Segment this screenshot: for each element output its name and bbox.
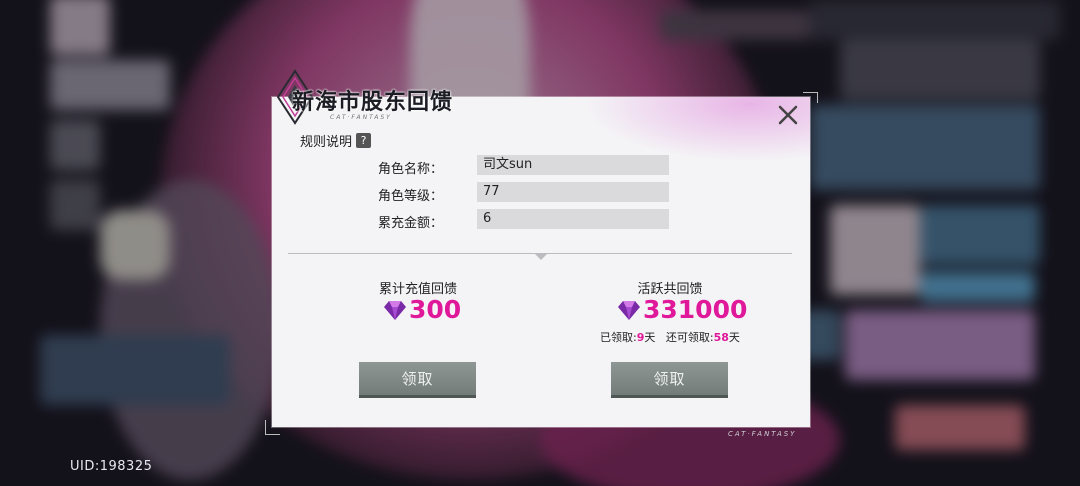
character-level-label: 角色等级： (378, 189, 444, 204)
days-unit: 天 (728, 331, 740, 344)
recharge-reward-amount: 300 (383, 295, 461, 324)
active-reward-amount: 331000 (617, 295, 747, 324)
claimed-prefix: 已领取: (600, 331, 637, 344)
character-level-value: 77 (477, 182, 669, 202)
brand-watermark: CAT·FANTASY (728, 430, 797, 438)
remaining-days: 58 (713, 331, 729, 344)
rules-link[interactable]: 规则说明 ? (300, 131, 372, 150)
claim-active-button[interactable]: 领取 (611, 362, 728, 398)
close-icon (778, 105, 798, 125)
diamond-gem-icon (618, 300, 640, 320)
remaining-prefix: 还可领取: (665, 331, 714, 344)
total-recharge-value: 6 (477, 209, 669, 229)
claim-recharge-button[interactable]: 领取 (359, 362, 476, 398)
uid-label: UID:198325 (70, 459, 153, 474)
claim-progress-info: 已领取:9天 还可领取:58天 (600, 329, 740, 345)
divider-arrow (535, 254, 547, 260)
dialog-subtitle: CAT·FANTASY (330, 114, 392, 121)
dialog-corner-decoration (803, 92, 818, 103)
character-name-value: 司文sun (477, 155, 669, 175)
dialog-title: 新海市股东回馈 (292, 90, 454, 115)
days-unit: 天 (644, 331, 656, 344)
question-icon[interactable]: ? (356, 133, 372, 148)
diamond-gem-icon (384, 300, 406, 320)
total-recharge-label: 累充金额： (378, 216, 444, 231)
close-button[interactable] (774, 101, 802, 129)
character-name-label: 角色名称： (378, 162, 444, 177)
rules-label: 规则说明 (300, 135, 353, 150)
dialog-corner-decoration (265, 420, 280, 435)
